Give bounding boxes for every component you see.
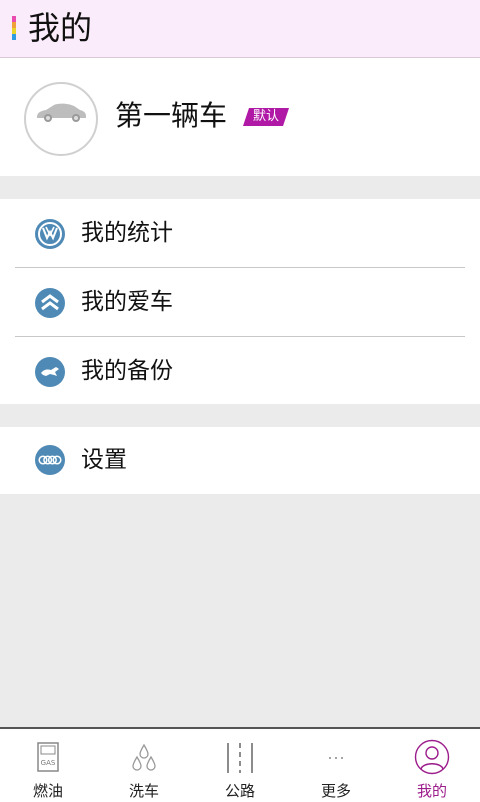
menu-group-main: 我的统计 我的爱车 我的备份 [0, 199, 480, 404]
svg-text:GAS: GAS [41, 759, 56, 767]
user-icon [414, 739, 450, 779]
menu-item-settings[interactable]: 设置 [0, 427, 480, 495]
car-avatar[interactable] [24, 82, 98, 156]
citroen-logo-icon [35, 288, 65, 318]
menu-item-label: 设置 [81, 447, 127, 473]
menu-group-settings: 设置 [0, 427, 480, 494]
page-title: 我的 [28, 9, 93, 47]
tab-fuel[interactable]: GAS 燃油 [0, 729, 96, 802]
menu-item-label: 我的爱车 [81, 289, 173, 315]
menu-item-label: 我的备份 [81, 358, 173, 384]
tab-label: 洗车 [128, 782, 159, 800]
menu-item-backup[interactable]: 我的备份 [0, 337, 480, 405]
tab-road[interactable]: 公路 [192, 729, 288, 802]
water-drops-icon [129, 741, 159, 777]
tab-label: 燃油 [32, 782, 63, 800]
bottom-tab-bar: GAS 燃油 洗车 公路 更多 我的 [0, 727, 480, 802]
gas-pump-icon: GAS [36, 741, 60, 777]
car-silhouette-icon [37, 103, 86, 122]
menu-item-label: 我的统计 [81, 220, 173, 246]
tab-label: 更多 [320, 782, 351, 800]
tab-mine[interactable]: 我的 [384, 729, 480, 802]
road-icon [225, 741, 255, 779]
mustang-logo-icon [35, 357, 65, 387]
current-car-card[interactable]: 第一辆车 默认 [0, 58, 480, 176]
vw-logo-icon [35, 219, 65, 249]
tab-more[interactable]: 更多 [288, 729, 384, 802]
audi-rings-icon [35, 445, 65, 475]
color-accent-bar [12, 16, 16, 40]
car-name: 第一辆车 [115, 99, 228, 132]
menu-item-statistics[interactable]: 我的统计 [0, 199, 480, 267]
menu-item-my-car[interactable]: 我的爱车 [0, 268, 480, 336]
tab-label: 我的 [416, 782, 447, 800]
more-dots-icon [321, 741, 351, 777]
default-badge: 默认 [243, 108, 289, 126]
tab-car-wash[interactable]: 洗车 [96, 729, 192, 802]
header-bar: 我的 [0, 0, 480, 58]
tab-label: 公路 [224, 782, 255, 800]
